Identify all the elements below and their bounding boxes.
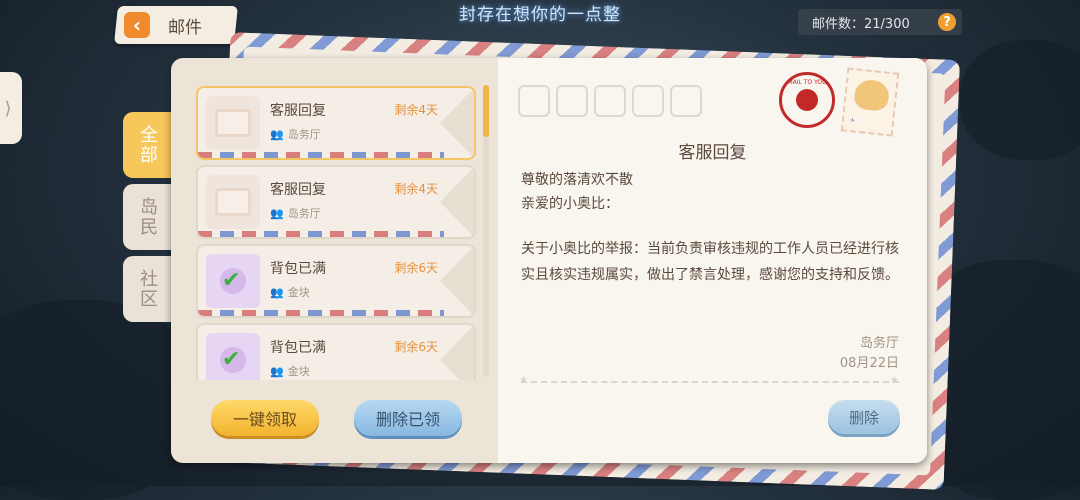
back-button-label: 邮件 xyxy=(168,17,202,38)
back-arrow-icon: ‹ xyxy=(124,12,150,38)
mail-panel: 客服回复 👥 岛务厅 剩余4天 客服回复 👥 岛务厅 剩余4天 ✔ 背包已满 👥 金块… xyxy=(171,58,927,463)
tab-islanders[interactable]: 岛民 xyxy=(123,184,171,250)
envelope-flap xyxy=(440,88,474,158)
check-icon: ✔ xyxy=(222,347,241,372)
postmark-icon: MAIL TO YOU xyxy=(779,72,835,128)
envelope-flap xyxy=(440,167,474,237)
mail-item-sender: 👥 金块 xyxy=(270,284,310,300)
mail-item-title: 客服回复 xyxy=(270,182,326,198)
delete-read-button[interactable]: 删除已领 xyxy=(354,400,462,436)
mail-list-item[interactable]: 客服回复 👥 岛务厅 剩余4天 xyxy=(196,165,476,239)
airmail-stripe xyxy=(198,310,444,316)
star-icon: ★ xyxy=(890,375,899,386)
people-icon: 👥 xyxy=(270,364,284,378)
stamp-slot xyxy=(518,85,550,117)
letter-sender: 岛务厅 xyxy=(859,336,899,351)
letter-view: MAIL TO YOU ✈ 客服回复 尊敬的落清欢不散 亲爱的小奥比： 关于小奥… xyxy=(498,58,927,463)
mail-list: 客服回复 👥 岛务厅 剩余4天 客服回复 👥 岛务厅 剩余4天 ✔ 背包已满 👥 金块… xyxy=(196,83,476,380)
letter-greeting: 亲爱的小奥比： xyxy=(521,196,619,212)
letter-paper-icon xyxy=(206,96,260,150)
stamp-slot xyxy=(594,85,626,117)
mail-list-scrollbar[interactable] xyxy=(483,85,489,377)
mail-item-remaining: 剩余4天 xyxy=(394,103,438,117)
postmark-text: MAIL TO YOU xyxy=(787,79,827,86)
mail-item-sender-name: 金块 xyxy=(287,286,310,299)
postage-stamp-icon: ✈ xyxy=(840,67,900,137)
tab-all[interactable]: 全部 xyxy=(123,112,171,178)
mail-item-remaining: 剩余6天 xyxy=(394,261,438,275)
mail-count-display: 邮件数：21/300 ? xyxy=(798,9,962,35)
mail-item-title: 背包已满 xyxy=(270,261,326,277)
claim-all-button[interactable]: 一键领取 xyxy=(211,400,319,436)
mail-item-sender-name: 金块 xyxy=(287,365,310,378)
chevron-right-icon: ⟩ xyxy=(4,97,12,119)
letter-paper-icon xyxy=(206,175,260,229)
letter-date: 08月22日 xyxy=(839,356,899,371)
mail-item-title: 背包已满 xyxy=(270,340,326,356)
stamp-slot xyxy=(632,85,664,117)
background-rock xyxy=(0,300,200,500)
delete-button[interactable]: 删除 xyxy=(828,400,900,434)
scrollbar-thumb[interactable] xyxy=(483,85,489,137)
mail-list-item[interactable]: 客服回复 👥 岛务厅 剩余4天 xyxy=(196,86,476,160)
mail-item-sender: 👥 岛务厅 xyxy=(270,126,321,142)
mail-item-remaining: 剩余4天 xyxy=(394,182,438,196)
mail-item-remaining: 剩余6天 xyxy=(394,340,438,354)
tab-community[interactable]: 社区 xyxy=(123,256,171,322)
mail-item-sender-name: 岛务厅 xyxy=(287,128,321,141)
side-expand-handle[interactable]: ⟩ xyxy=(0,72,22,144)
stamp-slot xyxy=(556,85,588,117)
letter-greeting: 尊敬的落清欢不散 xyxy=(521,172,633,188)
mail-list-item[interactable]: ✔ 背包已满 👥 金块 剩余6天 xyxy=(196,323,476,380)
mail-item-title: 客服回复 xyxy=(270,103,326,119)
letter-content: 关于小奥比的举报：当前负责审核违规的工作人员已经进行核实且核实违规属实，做出了禁… xyxy=(521,241,899,283)
stamp-slot xyxy=(670,85,702,117)
check-icon: ✔ xyxy=(222,268,241,293)
airmail-stripe xyxy=(198,152,444,158)
people-icon: 👥 xyxy=(270,206,284,220)
help-icon[interactable]: ? xyxy=(938,13,956,31)
people-icon: 👥 xyxy=(270,285,284,299)
mail-list-item[interactable]: ✔ 背包已满 👥 金块 剩余6天 xyxy=(196,244,476,318)
letter-title: 客服回复 xyxy=(678,143,747,163)
mail-item-sender: 👥 金块 xyxy=(270,363,310,379)
letter-divider xyxy=(521,381,899,383)
people-icon: 👥 xyxy=(270,127,284,141)
background-rock xyxy=(960,40,1080,160)
letter-body: 尊敬的落清欢不散 亲爱的小奥比： 关于小奥比的举报：当前负责审核违规的工作人员已… xyxy=(521,168,901,288)
mail-count-label: 邮件数：21/300 xyxy=(812,16,910,32)
back-button[interactable]: ‹ 邮件 xyxy=(114,6,238,44)
full-bag-icon: ✔ xyxy=(206,333,260,380)
envelope-flap xyxy=(440,325,474,380)
full-bag-icon: ✔ xyxy=(206,254,260,308)
airmail-stripe xyxy=(198,231,444,237)
mail-item-sender: 👥 岛务厅 xyxy=(270,205,321,221)
envelope-flap xyxy=(440,246,474,316)
mail-item-sender-name: 岛务厅 xyxy=(287,207,321,220)
